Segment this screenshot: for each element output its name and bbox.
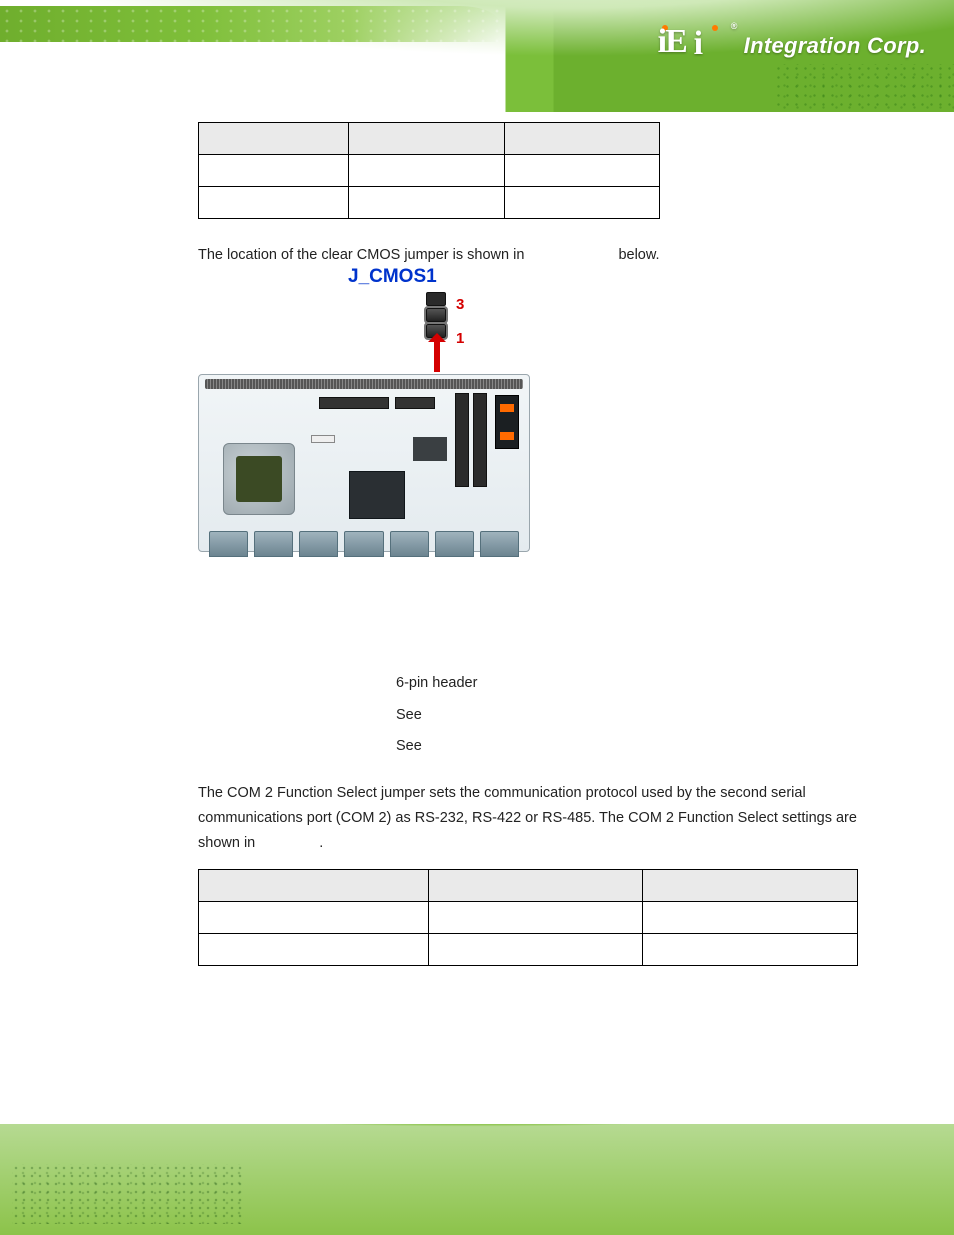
table-header-cell bbox=[349, 123, 505, 155]
table-cell bbox=[199, 155, 349, 187]
list-item: 6-pin header bbox=[198, 668, 870, 700]
table-row bbox=[199, 870, 858, 902]
info-label bbox=[198, 668, 396, 700]
banner-left-strip bbox=[0, 6, 500, 42]
pcb-chip-icon bbox=[413, 437, 447, 461]
table-cell bbox=[349, 155, 505, 187]
info-value: 6-pin header bbox=[396, 668, 477, 700]
pin-label-3: 3 bbox=[456, 296, 464, 313]
table-cell bbox=[349, 187, 505, 219]
para-text: below. bbox=[614, 247, 659, 263]
para-text: . bbox=[319, 835, 323, 851]
table-cell bbox=[199, 934, 429, 966]
table-header-cell bbox=[505, 123, 660, 155]
brand-block: iEi® Integration Corp. bbox=[656, 18, 926, 74]
table-row bbox=[199, 902, 858, 934]
pcb-dimm-slot-icon bbox=[473, 393, 487, 487]
list-item: See bbox=[198, 731, 870, 763]
table-header-cell bbox=[643, 870, 858, 902]
table-cell bbox=[199, 187, 349, 219]
header-banner: iEi® Integration Corp. bbox=[0, 0, 954, 112]
brand-logo: iEi® bbox=[656, 25, 734, 67]
pcb-header-icon bbox=[319, 397, 389, 409]
pcb-edge-connector bbox=[205, 379, 523, 389]
table-row bbox=[199, 187, 660, 219]
table-header-cell bbox=[429, 870, 643, 902]
section-gap bbox=[198, 590, 870, 660]
table-cell bbox=[643, 902, 858, 934]
info-value: See bbox=[396, 700, 422, 732]
table-cell bbox=[505, 187, 660, 219]
footer-texture bbox=[12, 1164, 242, 1224]
para-cmos-location: The location of the clear CMOS jumper is… bbox=[198, 243, 870, 268]
info-label bbox=[198, 700, 396, 732]
para-text: The COM 2 Function Select jumper sets th… bbox=[198, 785, 857, 850]
pcb-cpu-icon bbox=[223, 443, 295, 515]
pcb-rear-ports bbox=[209, 531, 519, 557]
page-body: The location of the clear CMOS jumper is… bbox=[0, 112, 954, 966]
pcb-dimm-slot-icon bbox=[455, 393, 469, 487]
table-cell bbox=[199, 902, 429, 934]
pointer-arrow-icon bbox=[434, 336, 440, 372]
table-header-cell bbox=[199, 123, 349, 155]
table-row bbox=[199, 123, 660, 155]
pcb-outline bbox=[198, 374, 530, 552]
table-cell bbox=[643, 934, 858, 966]
table-row bbox=[199, 934, 858, 966]
table-cell bbox=[429, 934, 643, 966]
list-item: See bbox=[198, 700, 870, 732]
table-row bbox=[199, 155, 660, 187]
figure-clear-cmos: J_CMOS1 3 1 bbox=[198, 290, 870, 554]
com2-function-table bbox=[198, 869, 858, 966]
info-value: See bbox=[396, 731, 422, 763]
table-header-cell bbox=[199, 870, 429, 902]
pcb-header-icon bbox=[395, 397, 435, 409]
brand-tagline: Integration Corp. bbox=[744, 33, 926, 59]
para-com2-function: The COM 2 Function Select jumper sets th… bbox=[198, 781, 870, 855]
table-cell bbox=[429, 902, 643, 934]
board-diagram: J_CMOS1 3 1 bbox=[198, 290, 538, 554]
para-text: The location of the clear CMOS jumper is… bbox=[198, 247, 528, 263]
pcb-fan-header-icon bbox=[311, 435, 335, 443]
pcb-chipset-icon bbox=[349, 471, 405, 519]
jumper-label: J_CMOS1 bbox=[348, 266, 437, 288]
jumper-info-list: 6-pin header See See bbox=[198, 668, 870, 764]
pcb-sata-icon bbox=[495, 395, 519, 449]
pin-label-1: 1 bbox=[456, 330, 464, 347]
info-label bbox=[198, 731, 396, 763]
footer-banner bbox=[0, 1124, 954, 1235]
clear-cmos-settings-table bbox=[198, 122, 660, 219]
table-cell bbox=[505, 155, 660, 187]
